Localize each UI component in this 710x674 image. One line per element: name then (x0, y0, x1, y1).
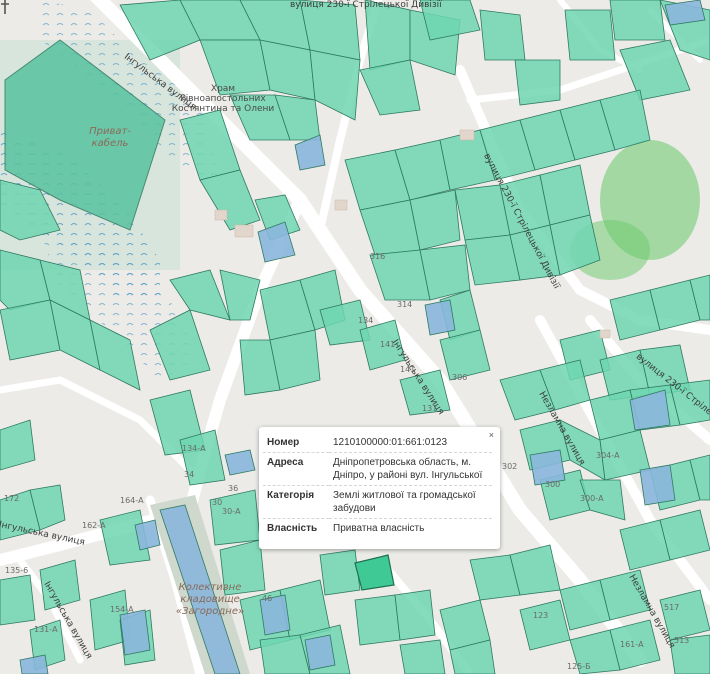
parcel-info-popup: × Номер 1210100000:01:661:0123 Адреса Дн… (259, 427, 500, 549)
church-icon (1, 0, 9, 14)
field-value-address: Дніпропетровська область, м. Дніпро, у р… (329, 452, 492, 486)
table-row: Власність Приватна власність (263, 519, 492, 539)
field-value-category: Землі житлової та громадської забудови (329, 485, 492, 519)
field-value-number: 1210100000:01:661:0123 (329, 433, 492, 453)
field-label-number: Номер (263, 433, 329, 453)
field-value-ownership: Приватна власність (333, 523, 425, 534)
cadastral-map[interactable]: Інгульська вулиця Інгульська вулиця Інгу… (0, 0, 710, 674)
table-row: Адреса Дніпропетровська область, м. Дніп… (263, 452, 492, 486)
table-row: Номер 1210100000:01:661:0123 (263, 433, 492, 453)
field-label-category: Категорія (263, 485, 329, 519)
map-canvas[interactable] (0, 0, 710, 674)
field-label-ownership: Власність (267, 523, 318, 534)
table-row: Категорія Землі житлової та громадської … (263, 485, 492, 519)
field-label-address: Адреса (263, 452, 329, 486)
parcel-info-table: Номер 1210100000:01:661:0123 Адреса Дніп… (263, 433, 492, 538)
